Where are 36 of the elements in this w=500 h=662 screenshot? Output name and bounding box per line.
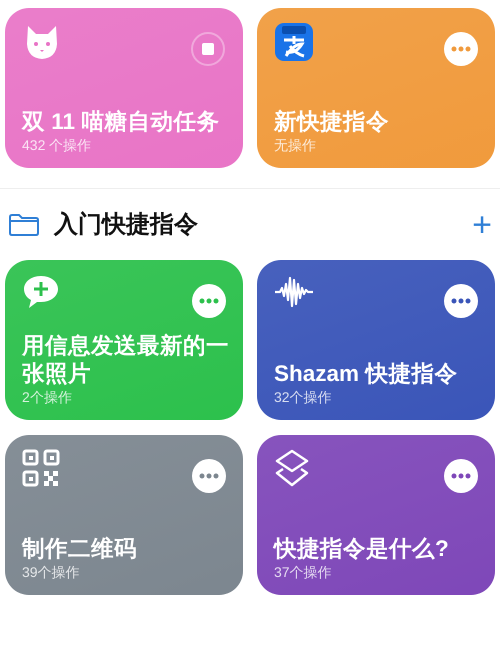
shortcut-title: Shazam 快捷指令 [274, 360, 458, 388]
shortcut-card[interactable]: Shazam 快捷指令 32个操作 [257, 260, 495, 420]
waveform-icon [274, 274, 314, 310]
shortcut-title: 新快捷指令 [274, 108, 390, 136]
shortcut-card[interactable]: 用信息发送最新的一张照片 2个操作 [5, 260, 243, 420]
shortcut-title: 双 11 喵糖自动任务 [22, 108, 220, 136]
shortcut-title: 用信息发送最新的一张照片 [22, 332, 229, 388]
action-count: 39个操作 [22, 562, 81, 581]
shortcut-title: 快捷指令是什么? [274, 534, 450, 563]
message-plus-icon [22, 274, 60, 310]
layers-icon [274, 449, 310, 489]
shortcut-card[interactable]: 新快捷指令 无操作 [257, 8, 495, 168]
app-icon [274, 22, 314, 62]
shortcut-title: 制作二维码 [22, 534, 138, 563]
ellipsis-icon [199, 473, 219, 479]
action-count: 无操作 [274, 136, 317, 154]
add-button[interactable]: + [472, 208, 492, 242]
stop-icon [202, 43, 214, 55]
shortcut-card[interactable]: 双 11 喵糖自动任务 432 个操作 [5, 8, 243, 168]
folder-icon [8, 212, 40, 236]
more-button[interactable] [444, 459, 478, 493]
folder-title: 入门快捷指令 [54, 210, 198, 240]
action-count: 32个操作 [274, 388, 333, 406]
ellipsis-icon [451, 298, 471, 304]
stop-button[interactable] [191, 32, 225, 66]
ellipsis-icon [451, 46, 471, 52]
action-count: 37个操作 [274, 562, 333, 581]
qr-code-icon [22, 449, 60, 487]
ellipsis-icon [451, 473, 471, 479]
more-button[interactable] [444, 284, 478, 318]
action-count: 2个操作 [22, 388, 73, 406]
shortcut-card[interactable]: 快捷指令是什么? 37个操作 [257, 435, 495, 595]
ellipsis-icon [199, 298, 219, 304]
action-count: 432 个操作 [22, 136, 92, 154]
shortcut-card[interactable]: 制作二维码 39个操作 [5, 435, 243, 595]
more-button[interactable] [192, 459, 226, 493]
